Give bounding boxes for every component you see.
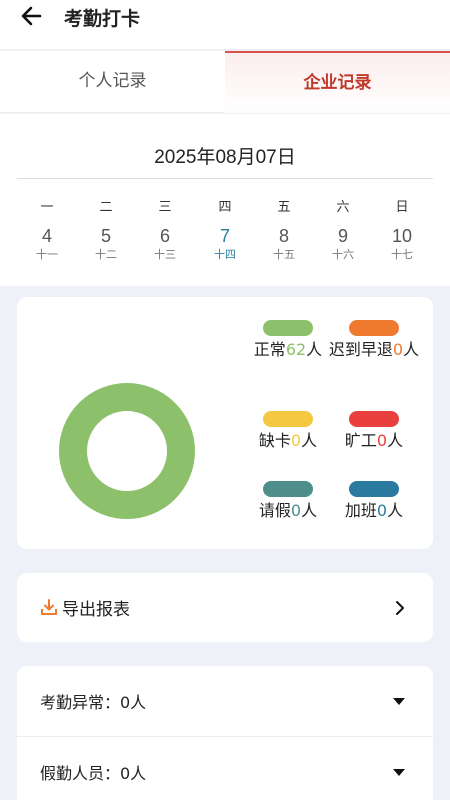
attendance-donut-chart (59, 383, 195, 519)
tab-company-records[interactable]: 企业记录 (225, 51, 450, 113)
legend-count: 0 (392, 340, 404, 359)
legend-count: 62 (285, 340, 307, 359)
export-report-button[interactable]: 导出报表 (17, 573, 433, 642)
legend-text: 加班0人 (328, 501, 420, 521)
legend-item: 请假0人 (242, 481, 334, 521)
attendance-exception-row[interactable]: 考勤异常：0人 (17, 666, 433, 737)
attendance-stats-card: 正常62人 迟到早退0人 缺卡0人 旷工0人 请假0人 加班0人 (17, 297, 433, 549)
legend-unit: 人 (403, 340, 420, 359)
export-report-label: 导出报表 (62, 600, 130, 620)
calendar-day[interactable]: 二 5 十二 (86, 200, 126, 262)
lunar-date: 十一 (36, 248, 58, 261)
weekday-label: 五 (277, 200, 291, 215)
leave-staff-label: 假勤人员：0人 (40, 764, 147, 783)
legend-color-swatch (263, 481, 313, 497)
caret-down-icon (393, 769, 405, 776)
legend-color-swatch (349, 320, 399, 336)
lunar-date: 十四 (214, 248, 236, 261)
legend-unit: 人 (387, 431, 404, 450)
legend-label: 加班 (344, 501, 377, 520)
day-number: 10 (391, 226, 413, 246)
record-tabs: 个人记录 企业记录 (0, 51, 450, 113)
day-number: 6 (159, 226, 170, 246)
lunar-date: 十五 (273, 248, 295, 261)
chevron-right-icon (396, 601, 404, 615)
legend-count: 0 (290, 431, 302, 450)
weekday-label: 六 (336, 200, 350, 215)
legend-text: 缺卡0人 (242, 431, 334, 451)
weekday-label: 四 (218, 200, 232, 215)
lunar-date: 十六 (332, 248, 354, 261)
caret-down-icon (393, 698, 405, 705)
tab-personal-records[interactable]: 个人记录 (0, 51, 225, 113)
attendance-exception-label: 考勤异常：0人 (40, 693, 147, 712)
legend-item: 加班0人 (328, 481, 420, 521)
legend-text: 正常62人 (242, 340, 334, 360)
lunar-date: 十三 (154, 248, 176, 261)
weekday-label: 一 (40, 200, 54, 215)
legend-text: 迟到早退0人 (328, 340, 420, 360)
legend-color-swatch (263, 411, 313, 427)
lunar-date: 十二 (95, 248, 117, 261)
legend-label: 缺卡 (258, 431, 291, 450)
legend-text: 旷工0人 (328, 431, 420, 451)
legend-color-swatch (349, 411, 399, 427)
weekday-label: 三 (158, 200, 172, 215)
calendar-day[interactable]: 六 9 十六 (323, 200, 363, 262)
lunar-date: 十七 (391, 248, 413, 261)
day-number: 7 (219, 226, 230, 246)
day-number: 9 (337, 226, 348, 246)
legend-label: 请假 (258, 501, 291, 520)
legend-item: 缺卡0人 (242, 411, 334, 451)
legend-label: 正常 (253, 340, 286, 359)
attendance-detail-list: 考勤异常：0人 假勤人员：0人 (17, 666, 433, 800)
week-calendar: 2025年08月07日 一 4 十一 二 5 十二 三 6 十三 四 7 十四 五 8 十五 六 9 十六 日 10 十… (0, 114, 450, 286)
leave-staff-row[interactable]: 假勤人员：0人 (17, 737, 433, 800)
page-title: 考勤打卡 (64, 8, 141, 30)
legend-unit: 人 (301, 431, 318, 450)
day-number: 4 (41, 226, 52, 246)
calendar-day[interactable]: 五 8 十五 (264, 200, 304, 262)
legend-label: 迟到早退 (328, 340, 393, 359)
legend-label: 旷工 (344, 431, 377, 450)
legend-count: 0 (376, 501, 388, 520)
weekday-label: 日 (395, 200, 409, 215)
legend-unit: 人 (387, 501, 404, 520)
day-number: 8 (278, 226, 289, 246)
weekday-label: 二 (99, 200, 113, 215)
legend-unit: 人 (301, 501, 318, 520)
selected-date[interactable]: 2025年08月07日 (0, 142, 450, 169)
legend-unit: 人 (306, 340, 323, 359)
calendar-divider (17, 178, 433, 179)
legend-item: 迟到早退0人 (328, 320, 420, 360)
legend-item: 正常62人 (242, 320, 334, 360)
legend-color-swatch (349, 481, 399, 497)
download-icon (41, 599, 57, 615)
legend-color-swatch (263, 320, 313, 336)
legend-count: 0 (376, 431, 388, 450)
calendar-day[interactable]: 一 4 十一 (27, 200, 67, 262)
legend-item: 旷工0人 (328, 411, 420, 451)
calendar-day[interactable]: 三 6 十三 (145, 200, 185, 262)
day-number: 5 (100, 226, 111, 246)
back-arrow-icon[interactable] (18, 2, 46, 30)
app-header: 考勤打卡 (0, 0, 450, 50)
legend-text: 请假0人 (242, 501, 334, 521)
legend-count: 0 (290, 501, 302, 520)
calendar-day[interactable]: 日 10 十七 (382, 200, 422, 262)
calendar-day[interactable]: 四 7 十四 (205, 200, 245, 262)
